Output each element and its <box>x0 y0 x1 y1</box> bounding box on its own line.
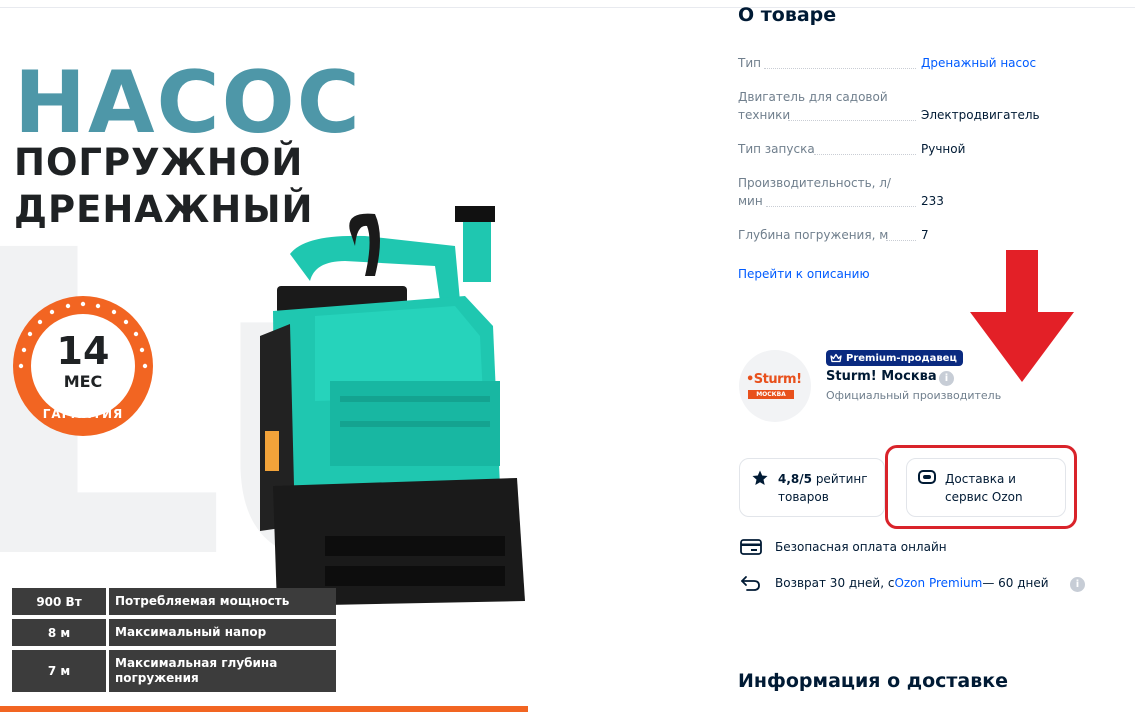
premium-badge-label: Premium-продавец <box>846 352 957 364</box>
card-icon <box>740 539 762 555</box>
return-info-icon[interactable]: i <box>1070 577 1085 592</box>
seller-logo[interactable]: •Sturm! МОСКВА <box>739 350 811 422</box>
seller-logo-city: МОСКВА <box>748 390 794 399</box>
delivery-info-title: Информация о доставке <box>738 670 1009 692</box>
premium-seller-badge: Premium-продавец <box>826 350 963 366</box>
annotation-arrow-down-icon <box>970 250 1074 382</box>
crown-icon <box>830 353 842 363</box>
attribute-value-link[interactable]: Дренажный насос <box>921 54 1036 72</box>
orange-accent-bar <box>0 706 528 712</box>
rating-value: 4,8/5 <box>778 472 812 486</box>
spec-row: 7 м Максимальная глубина погружения <box>12 650 336 692</box>
seller-subtitle: Официальный производитель <box>826 389 1002 402</box>
attribute-key: Производительность, л/мин <box>738 176 891 208</box>
attribute-value: 233 <box>921 194 944 208</box>
warranty-badge: 14 МЕС ГАРАНТИЯ <box>12 295 154 437</box>
feature-return: Возврат 30 дней, с Ozon Premium — 60 дне… <box>739 574 1049 592</box>
return-prefix: Возврат 30 дней, с <box>775 576 895 590</box>
annotation-highlight-box <box>885 445 1077 529</box>
star-icon <box>752 470 768 485</box>
spec-name: Максимальная глубина погружения <box>109 650 336 692</box>
promo-subtitle-line-1: ПОГРУЖНОЙ <box>14 141 304 184</box>
attribute-value: Ручной <box>921 142 966 156</box>
warranty-number: 14 <box>56 329 110 373</box>
attribute-key: Тип <box>738 56 761 70</box>
return-suffix: — 60 дней <box>982 576 1049 590</box>
spec-value: 900 Вт <box>12 588 106 615</box>
go-to-description-link[interactable]: Перейти к описанию <box>738 267 870 281</box>
warranty-label: ГАРАНТИЯ <box>42 407 124 421</box>
about-product-title: О товаре <box>738 4 837 26</box>
spec-value: 8 м <box>12 619 106 646</box>
spec-name: Максимальный напор <box>109 619 336 646</box>
attribute-value: 7 <box>921 228 929 242</box>
spec-row: 900 Вт Потребляемая мощность <box>12 588 336 615</box>
spec-name: Потребляемая мощность <box>109 588 336 615</box>
rating-card[interactable]: 4,8/5 рейтинг товаров <box>739 458 885 517</box>
pump-illustration <box>260 206 525 606</box>
attribute-value: Электродвигатель <box>921 108 1040 122</box>
secure-payment-label: Безопасная оплата онлайн <box>775 540 947 554</box>
attribute-key: Двигатель для садовой техники <box>738 90 888 122</box>
ozon-premium-link[interactable]: Ozon Premium <box>894 576 982 590</box>
warranty-unit: МЕС <box>63 372 103 391</box>
product-image[interactable]: Lu НАСОС ПОГРУЖНОЙ ДРЕНАЖНЫЙ 14 МЕС ГАРА… <box>0 8 532 712</box>
spec-value: 7 м <box>12 650 106 692</box>
seller-info-icon[interactable]: i <box>939 371 954 386</box>
spec-row: 8 м Максимальный напор <box>12 619 336 646</box>
return-arrow-icon <box>741 576 760 591</box>
feature-secure-payment: Безопасная оплата онлайн <box>739 538 947 556</box>
seller-logo-brand: •Sturm! <box>746 372 802 387</box>
promo-title: НАСОС <box>14 53 362 153</box>
attribute-key: Глубина погружения, м <box>738 228 889 242</box>
specs-table: 900 Вт Потребляемая мощность 8 м Максима… <box>12 588 336 696</box>
attribute-key: Тип запуска <box>738 142 815 156</box>
seller-name[interactable]: Sturm! Москва <box>826 369 937 384</box>
